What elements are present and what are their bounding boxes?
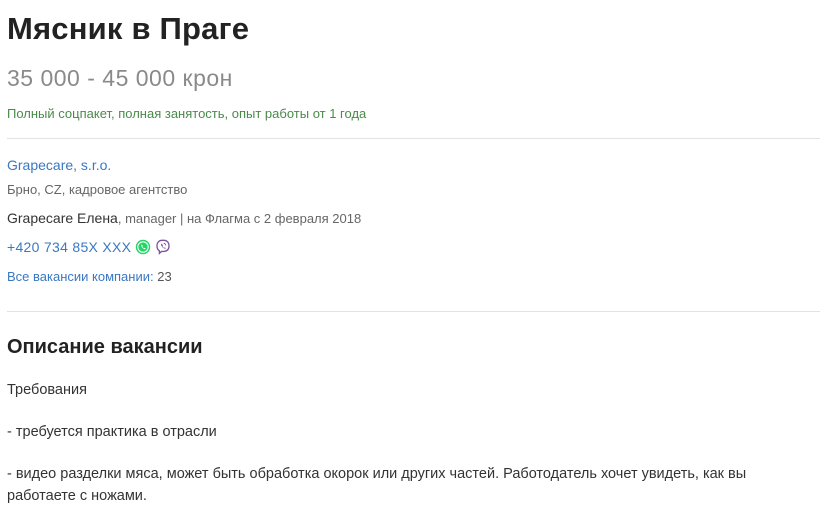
description-heading: Описание вакансии [7, 336, 203, 358]
contact-line: Grapecare Елена, manager | на Флагма с 2… [7, 210, 820, 227]
company-meta: Брно, CZ, кадровое агентство [7, 182, 188, 197]
viber-icon[interactable] [155, 239, 171, 255]
page-title: Мясник в Праге [7, 11, 250, 46]
phone-link[interactable]: +420 734 85X XXX [7, 239, 131, 255]
description-paragraph: - видео разделки мяса, может быть обрабо… [7, 466, 747, 504]
description-paragraph: Требования [7, 382, 87, 398]
whatsapp-icon[interactable] [135, 239, 151, 255]
vacancies-count: 23 [157, 269, 172, 284]
job-conditions: Полный соцпакет, полная занятость, опыт … [7, 106, 367, 121]
vacancy-page: Мясник в Праге 35 000 - 45 000 крон Полн… [0, 0, 840, 529]
divider [7, 311, 820, 312]
contact-details: , manager | на Флагма с 2 февраля 2018 [117, 211, 362, 226]
company-link[interactable]: Grapecare, s.r.o. [7, 157, 111, 173]
phone-row: +420 734 85X XXX [7, 239, 820, 255]
all-vacancies-link[interactable]: Все вакансии компании: [7, 269, 154, 284]
divider [7, 138, 820, 139]
description-paragraph: - требуется практика в отрасли [7, 424, 217, 440]
salary: 35 000 - 45 000 крон [7, 65, 233, 91]
contact-name: Grapecare Елена [7, 210, 118, 226]
company-vacancies: Все вакансии компании: 23 [7, 269, 820, 285]
